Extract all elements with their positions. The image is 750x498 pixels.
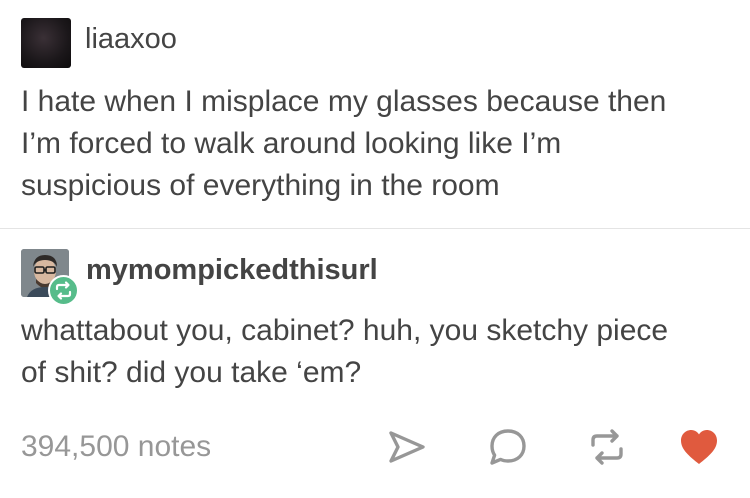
reblog-arrows-icon <box>55 281 72 300</box>
post-divider <box>0 228 750 229</box>
reply-icon[interactable] <box>486 425 530 469</box>
reblogger-username[interactable]: mymompickedthisurl <box>86 254 378 287</box>
reblog-icon[interactable] <box>585 425 629 469</box>
reblog-line: of shit? did you take ‘em? <box>21 356 362 389</box>
original-post-line: I hate when I misplace my glasses becaus… <box>21 85 667 118</box>
reblog-badge <box>48 275 79 306</box>
original-post-line: I’m forced to walk around looking like I… <box>21 127 562 160</box>
heart-icon[interactable] <box>677 425 721 469</box>
notes-count[interactable]: 394,500 notes <box>21 430 211 464</box>
reblog-line: whattabout you, cabinet? huh, you sketch… <box>21 314 669 347</box>
original-poster-avatar[interactable] <box>21 18 71 68</box>
original-post-line: suspicious of everything in the room <box>21 169 500 202</box>
share-icon[interactable] <box>385 425 429 469</box>
original-poster-username[interactable]: liaaxoo <box>85 23 177 56</box>
reblog-body: whattabout you, cabinet? huh, you sketch… <box>21 310 668 394</box>
original-post-body: I hate when I misplace my glasses becaus… <box>21 81 666 207</box>
